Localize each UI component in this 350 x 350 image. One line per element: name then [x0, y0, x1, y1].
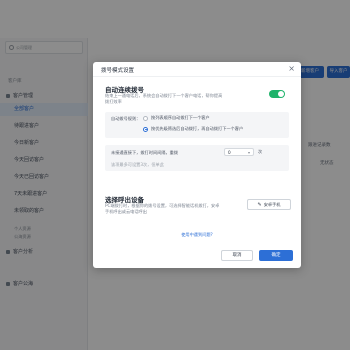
toggle-knob — [278, 91, 284, 97]
dial-rule-option-2[interactable]: 按优先级筛选后自动拨打，再自动拨打下一个客户 — [143, 126, 243, 132]
auto-dial-toggle[interactable] — [269, 90, 285, 98]
interval-note: 该项最多可设置3次，但单此 — [111, 162, 164, 167]
redial-count-value: 0 — [228, 150, 231, 155]
chevron-down-icon: ▾ — [247, 150, 250, 155]
dialog-title: 拨号模式设置 — [101, 68, 135, 74]
confirm-button[interactable]: 确定 — [259, 250, 293, 261]
dial-device-desc-line2: 手机呼出或云电话呼出 — [105, 209, 147, 214]
radio-label: 按列表顺序自动拨打下一个客户 — [151, 115, 210, 120]
radio-button[interactable] — [143, 115, 148, 121]
auto-dial-desc-line2: 拨打效率 — [105, 99, 122, 104]
pencil-icon: ✎ — [257, 202, 262, 208]
close-icon[interactable]: × — [288, 64, 295, 74]
auto-dial-desc-line1: 结束上一通电话后，系统会自动拨打下一个客户电话，帮你提高 — [105, 93, 223, 98]
android-phone-button[interactable]: ✎ 安卓手机 — [247, 199, 291, 210]
help-link[interactable]: 使用中遇到问题? — [93, 232, 301, 238]
dialog-header: 拨号模式设置 × — [93, 62, 301, 77]
dial-mode-dialog: 拨号模式设置 × 自动连续拨号 结束上一通电话后，系统会自动拨打下一个客户电话，… — [93, 62, 301, 268]
dial-rule-panel: 自动拨号规则： 按列表顺序自动拨打下一个客户 按优先级筛选后自动拨打，再自动拨打… — [105, 112, 289, 138]
dialog-footer: 取消 确定 — [93, 244, 301, 268]
android-phone-button-label: 安卓手机 — [263, 202, 281, 207]
interval-label: 未接通直接下，拨打时间间隔，重拨 — [111, 150, 179, 155]
app-window: 公司管理 客户库 客户管理 全部客户 待跟进客户 今日新客户 今天回访客户 今天… — [0, 0, 350, 350]
interval-panel: 未接通直接下，拨打时间间隔，重拨 0 ▾ 次 该项最多可设置3次，但单此 — [105, 145, 289, 171]
radio-button-checked[interactable] — [143, 126, 148, 132]
redial-count-select[interactable]: 0 ▾ — [224, 148, 254, 156]
dial-rule-label: 自动拨号规则： — [111, 116, 141, 121]
cancel-button[interactable]: 取消 — [221, 250, 253, 261]
dial-rule-option-1[interactable]: 按列表顺序自动拨打下一个客户 — [143, 115, 210, 121]
radio-label: 按优先级筛选后自动拨打，再自动拨打下一个客户 — [151, 126, 244, 131]
redial-unit: 次 — [258, 149, 263, 154]
